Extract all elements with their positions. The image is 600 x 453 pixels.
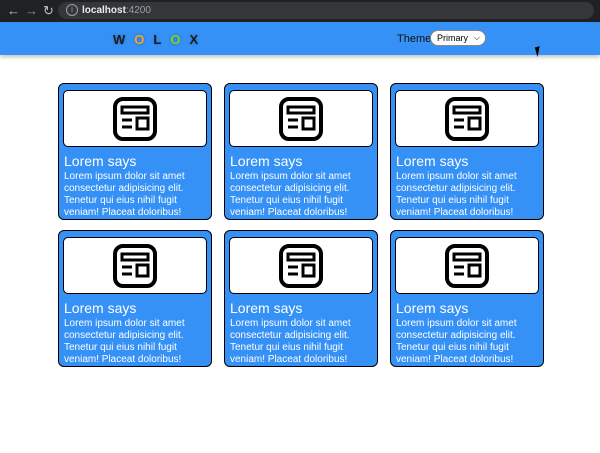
card-image: [395, 90, 539, 147]
card: Lorem says Lorem ipsum dolor sit amet co…: [58, 83, 212, 220]
news-icon: [445, 243, 489, 288]
news-icon: [445, 96, 489, 141]
card-text: Lorem ipsum dolor sit amet consectetur a…: [230, 318, 351, 365]
card: Lorem says Lorem ipsum dolor sit amet co…: [390, 83, 544, 220]
logo-letter: X: [189, 31, 201, 47]
card-title: Lorem says: [230, 153, 303, 169]
news-icon: [279, 96, 323, 141]
card-image: [229, 237, 373, 294]
wolox-logo[interactable]: W O L O X: [113, 29, 200, 49]
address-bar[interactable]: i localhost:4200: [58, 2, 594, 19]
news-icon: [113, 96, 157, 141]
theme-select-value: Primary: [437, 33, 468, 43]
card: Lorem says Lorem ipsum dolor sit amet co…: [224, 230, 378, 367]
card-text: Lorem ipsum dolor sit amet consectetur a…: [64, 171, 185, 218]
card-text: Lorem ipsum dolor sit amet consectetur a…: [64, 318, 185, 365]
logo-letter: W: [113, 31, 128, 47]
card-title: Lorem says: [230, 300, 303, 316]
card-text: Lorem ipsum dolor sit amet consectetur a…: [396, 318, 517, 365]
info-icon[interactable]: i: [66, 4, 78, 16]
logo-letter: O: [134, 31, 147, 47]
theme-label: Theme: [397, 33, 432, 45]
card-image: [63, 237, 207, 294]
news-icon: [113, 243, 157, 288]
reload-button[interactable]: ↻: [43, 3, 54, 19]
card: Lorem says Lorem ipsum dolor sit amet co…: [224, 83, 378, 220]
card-image: [395, 237, 539, 294]
chevron-down-icon: ⌵: [473, 33, 480, 42]
card: Lorem says Lorem ipsum dolor sit amet co…: [390, 230, 544, 367]
card-text: Lorem ipsum dolor sit amet consectetur a…: [230, 171, 351, 218]
app-header: W O L O X Theme Primary ⌵: [0, 22, 600, 55]
card-text: Lorem ipsum dolor sit amet consectetur a…: [396, 171, 517, 218]
url-text: localhost:4200: [82, 4, 151, 17]
back-button[interactable]: ←: [7, 3, 20, 19]
card: Lorem says Lorem ipsum dolor sit amet co…: [58, 230, 212, 367]
mouse-cursor-icon: [534, 44, 548, 58]
browser-toolbar: ← → ↻ i localhost:4200: [0, 0, 600, 22]
theme-select[interactable]: Primary ⌵: [430, 30, 486, 46]
url-port: :4200: [125, 5, 151, 16]
news-icon: [279, 243, 323, 288]
card-title: Lorem says: [396, 300, 469, 316]
card-title: Lorem says: [396, 153, 469, 169]
logo-letter: L: [153, 31, 164, 47]
forward-button[interactable]: →: [25, 3, 38, 19]
url-host: localhost: [82, 5, 126, 16]
card-image: [63, 90, 207, 147]
card-grid: Lorem says Lorem ipsum dolor sit amet co…: [58, 83, 544, 367]
card-title: Lorem says: [64, 300, 137, 316]
card-image: [229, 90, 373, 147]
logo-letter: O: [170, 31, 183, 47]
card-title: Lorem says: [64, 153, 137, 169]
